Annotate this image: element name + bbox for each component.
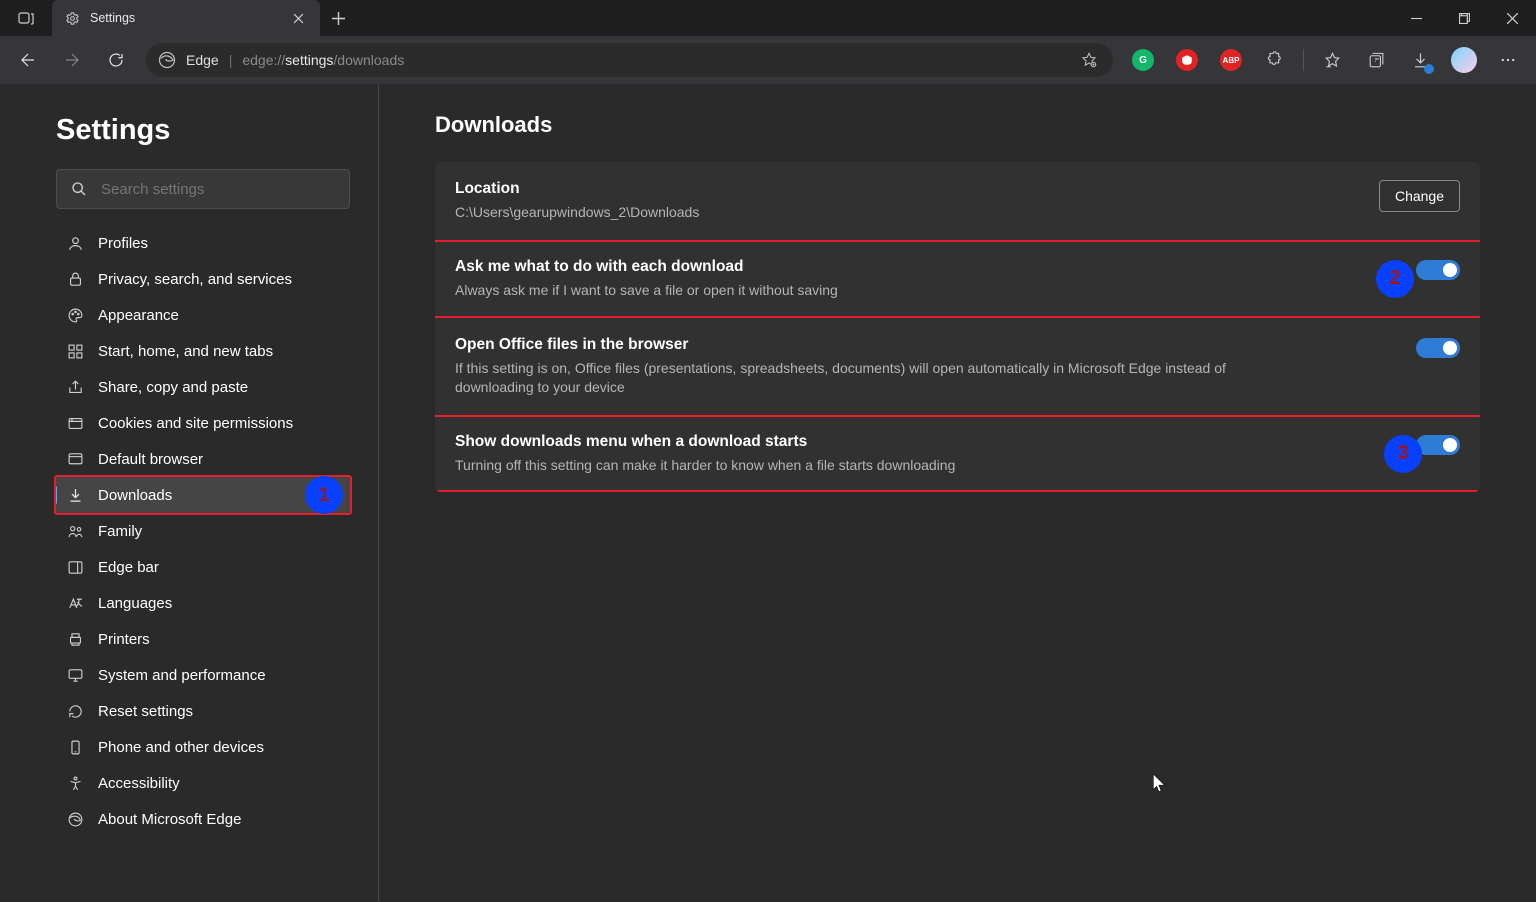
forward-button[interactable] bbox=[52, 40, 92, 80]
download-icon bbox=[66, 486, 84, 504]
settings-sidebar: Settings Profiles Privacy, search, and s… bbox=[0, 84, 379, 902]
monitor-icon bbox=[66, 666, 84, 684]
nav-privacy[interactable]: Privacy, search, and services bbox=[54, 261, 352, 297]
grid-icon bbox=[66, 342, 84, 360]
extension-abp[interactable]: ABP bbox=[1211, 40, 1251, 80]
ask-download-toggle[interactable] bbox=[1416, 260, 1460, 280]
sidebar-heading: Settings bbox=[56, 114, 350, 147]
address-bar[interactable]: Edge | edge://settings/downloads bbox=[146, 43, 1113, 77]
annotation-badge-3: 3 bbox=[1384, 435, 1422, 473]
settings-nav: Profiles Privacy, search, and services A… bbox=[56, 225, 350, 837]
new-tab-button[interactable] bbox=[320, 0, 356, 36]
office-files-desc: If this setting is on, Office files (pre… bbox=[455, 359, 1275, 397]
edge-icon bbox=[156, 49, 178, 71]
minimize-button[interactable] bbox=[1392, 0, 1440, 36]
family-icon bbox=[66, 522, 84, 540]
show-menu-toggle[interactable] bbox=[1416, 435, 1460, 455]
annotation-badge-2: 2 bbox=[1376, 260, 1414, 298]
close-window-button[interactable] bbox=[1488, 0, 1536, 36]
sidebar-icon bbox=[66, 558, 84, 576]
show-menu-title: Show downloads menu when a download star… bbox=[455, 433, 1400, 451]
collections-button[interactable] bbox=[1356, 40, 1396, 80]
nav-cookies[interactable]: Cookies and site permissions bbox=[54, 405, 352, 441]
settings-main: Downloads Location C:\Users\gearupwindow… bbox=[379, 84, 1536, 902]
menu-button[interactable] bbox=[1488, 40, 1528, 80]
back-button[interactable] bbox=[8, 40, 48, 80]
downloads-panel: Location C:\Users\gearupwindows_2\Downlo… bbox=[435, 162, 1480, 492]
search-input[interactable] bbox=[99, 180, 335, 199]
language-icon bbox=[66, 594, 84, 612]
page-title: Downloads bbox=[435, 112, 1480, 138]
location-path: C:\Users\gearupwindows_2\Downloads bbox=[455, 203, 1363, 222]
show-menu-desc: Turning off this setting can make it har… bbox=[455, 456, 1400, 475]
nav-appearance[interactable]: Appearance bbox=[54, 297, 352, 333]
tab-overview-button[interactable] bbox=[0, 0, 52, 36]
extension-ublock[interactable] bbox=[1167, 40, 1207, 80]
browser-icon bbox=[66, 450, 84, 468]
cookie-icon bbox=[66, 414, 84, 432]
share-icon bbox=[66, 378, 84, 396]
profile-icon bbox=[66, 234, 84, 252]
address-label: Edge bbox=[186, 52, 219, 68]
extension-grammarly[interactable]: G bbox=[1123, 40, 1163, 80]
nav-profiles[interactable]: Profiles bbox=[54, 225, 352, 261]
reset-icon bbox=[66, 702, 84, 720]
palette-icon bbox=[66, 306, 84, 324]
phone-icon bbox=[66, 738, 84, 756]
nav-about[interactable]: About Microsoft Edge bbox=[54, 801, 352, 837]
browser-tab-active[interactable]: Settings bbox=[52, 0, 320, 36]
maximize-button[interactable] bbox=[1440, 0, 1488, 36]
window-controls bbox=[1392, 0, 1536, 36]
address-text: Edge | edge://settings/downloads bbox=[186, 52, 1075, 68]
nav-system[interactable]: System and performance bbox=[54, 657, 352, 693]
location-title: Location bbox=[455, 180, 1363, 198]
office-files-row: Open Office files in the browser If this… bbox=[435, 318, 1480, 415]
nav-phone[interactable]: Phone and other devices bbox=[54, 729, 352, 765]
ask-download-row: Ask me what to do with each download Alw… bbox=[435, 240, 1480, 318]
edge-logo-icon bbox=[66, 810, 84, 828]
accessibility-icon bbox=[66, 774, 84, 792]
nav-start-home[interactable]: Start, home, and new tabs bbox=[54, 333, 352, 369]
nav-printers[interactable]: Printers bbox=[54, 621, 352, 657]
tab-close-button[interactable] bbox=[288, 8, 308, 28]
gear-icon bbox=[64, 10, 80, 26]
extensions-button[interactable] bbox=[1255, 40, 1295, 80]
printer-icon bbox=[66, 630, 84, 648]
refresh-button[interactable] bbox=[96, 40, 136, 80]
search-icon bbox=[71, 181, 87, 197]
toolbar: Edge | edge://settings/downloads G ABP bbox=[0, 36, 1536, 84]
favorites-button[interactable] bbox=[1312, 40, 1352, 80]
show-menu-row: Show downloads menu when a download star… bbox=[435, 415, 1480, 493]
download-badge-icon bbox=[1424, 64, 1434, 74]
office-files-title: Open Office files in the browser bbox=[455, 336, 1400, 354]
lock-icon bbox=[66, 270, 84, 288]
office-files-toggle[interactable] bbox=[1416, 338, 1460, 358]
profile-avatar[interactable] bbox=[1444, 40, 1484, 80]
ask-download-desc: Always ask me if I want to save a file o… bbox=[455, 281, 1400, 300]
nav-family[interactable]: Family bbox=[54, 513, 352, 549]
annotation-badge-1: 1 bbox=[305, 476, 343, 514]
nav-share-copy[interactable]: Share, copy and paste bbox=[54, 369, 352, 405]
change-location-button[interactable]: Change bbox=[1379, 180, 1460, 212]
nav-accessibility[interactable]: Accessibility bbox=[54, 765, 352, 801]
nav-reset[interactable]: Reset settings bbox=[54, 693, 352, 729]
favorite-star-button[interactable] bbox=[1075, 46, 1103, 74]
settings-search[interactable] bbox=[56, 169, 350, 209]
nav-default-browser[interactable]: Default browser bbox=[54, 441, 352, 477]
ask-download-title: Ask me what to do with each download bbox=[455, 258, 1400, 276]
titlebar: Settings bbox=[0, 0, 1536, 36]
downloads-button[interactable] bbox=[1400, 40, 1440, 80]
nav-languages[interactable]: Languages bbox=[54, 585, 352, 621]
location-row: Location C:\Users\gearupwindows_2\Downlo… bbox=[435, 162, 1480, 240]
tab-title: Settings bbox=[90, 11, 288, 25]
nav-edge-bar[interactable]: Edge bar bbox=[54, 549, 352, 585]
cursor-icon bbox=[1153, 774, 1167, 794]
